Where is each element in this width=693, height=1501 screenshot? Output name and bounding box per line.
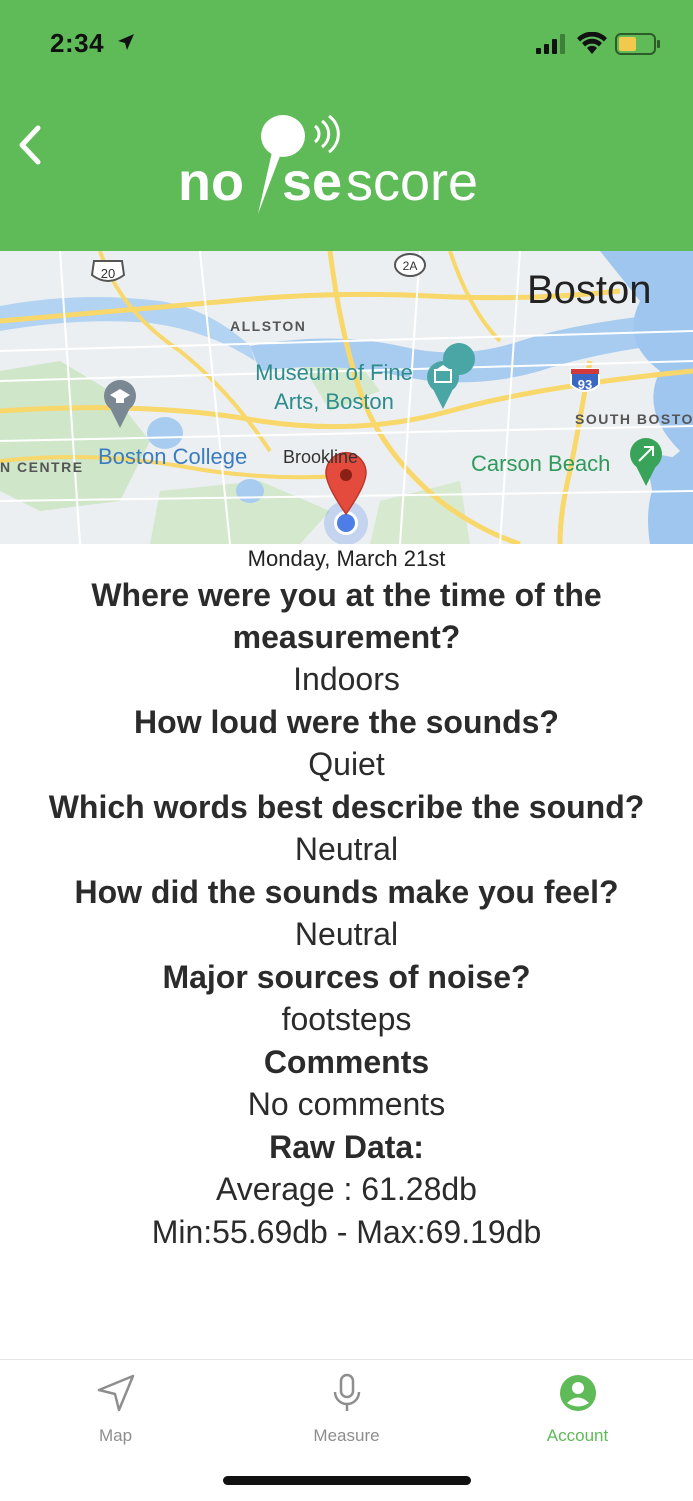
- map-label-boston: Boston: [527, 268, 652, 312]
- noisescore-logo: no se score: [178, 114, 478, 214]
- map-label-allston: ALLSTON: [230, 318, 307, 334]
- home-indicator[interactable]: [223, 1476, 471, 1485]
- measurement-date: Monday, March 21st: [247, 546, 446, 571]
- svg-text:2A: 2A: [403, 259, 418, 273]
- answer-words: Neutral: [294, 831, 399, 867]
- map-label-south-boston: SOUTH BOSTO: [575, 411, 693, 427]
- question-words: Which words best describe the sound?: [48, 789, 645, 825]
- tab-map-label: Map: [98, 1426, 133, 1445]
- question-location: Where were you at the time of the measur…: [91, 577, 602, 655]
- raw-data-heading: Raw Data:: [269, 1129, 424, 1165]
- question-sources: Major sources of noise?: [162, 959, 531, 995]
- microphone-icon: [333, 1373, 361, 1411]
- raw-data-min-max: Min:55.69db - Max:69.19db: [151, 1214, 542, 1250]
- tab-measure-label: Measure: [313, 1426, 380, 1445]
- svg-text:se: se: [282, 152, 342, 212]
- svg-text:no: no: [178, 152, 244, 212]
- answer-location: Indoors: [293, 661, 400, 697]
- account-circle-icon: [560, 1375, 596, 1411]
- location-map[interactable]: 20 2A 93 Boston ALLSTON Museum of Fine A…: [0, 251, 693, 544]
- answer-feel: Neutral: [294, 916, 399, 952]
- map-label-museum-line2: Arts, Boston: [274, 389, 394, 414]
- answer-comments: No comments: [247, 1086, 446, 1122]
- tab-measure[interactable]: Measure: [231, 1360, 462, 1460]
- question-feel: How did the sounds make you feel?: [74, 874, 619, 910]
- navigation-arrow-icon: [97, 1374, 135, 1412]
- question-comments: Comments: [263, 1044, 430, 1080]
- answer-sources: footsteps: [281, 1001, 412, 1037]
- app-header: 2:34 no se score: [0, 0, 693, 251]
- map-label-boston-college: Boston College: [98, 444, 248, 469]
- raw-data-average: Average : 61.28db: [216, 1171, 477, 1207]
- map-label-museum: Museum of Fine Arts, Boston: [249, 358, 419, 416]
- status-time: 2:34: [50, 28, 105, 58]
- tab-account[interactable]: Account: [462, 1360, 693, 1460]
- location-arrow-icon: [118, 34, 134, 50]
- question-loudness: How loud were the sounds?: [134, 704, 559, 740]
- route-20-shield: 20: [90, 260, 126, 282]
- svg-text:93: 93: [578, 377, 592, 392]
- status-bar: 2:34: [0, 0, 693, 90]
- answer-loudness: Quiet: [308, 746, 385, 782]
- wifi-icon: [577, 32, 607, 54]
- map-label-museum-line1: Museum of Fine: [255, 360, 413, 385]
- map-label-brookline: Brookline: [283, 447, 359, 467]
- battery-icon: [615, 33, 660, 55]
- map-label-carson-beach: Carson Beach: [471, 451, 611, 476]
- svg-text:score: score: [346, 152, 478, 212]
- back-button[interactable]: [14, 122, 50, 168]
- measurement-details: Monday, March 21st Where were you at the…: [0, 544, 693, 1254]
- interstate-93-shield: 93: [570, 368, 600, 392]
- tab-map[interactable]: Map: [0, 1360, 231, 1460]
- svg-text:20: 20: [101, 266, 115, 281]
- map-label-newton-centre: N CENTRE: [0, 459, 84, 475]
- tab-account-label: Account: [546, 1426, 609, 1445]
- route-2a-shield: 2A: [394, 253, 426, 277]
- cellular-signal-icon: [536, 34, 565, 54]
